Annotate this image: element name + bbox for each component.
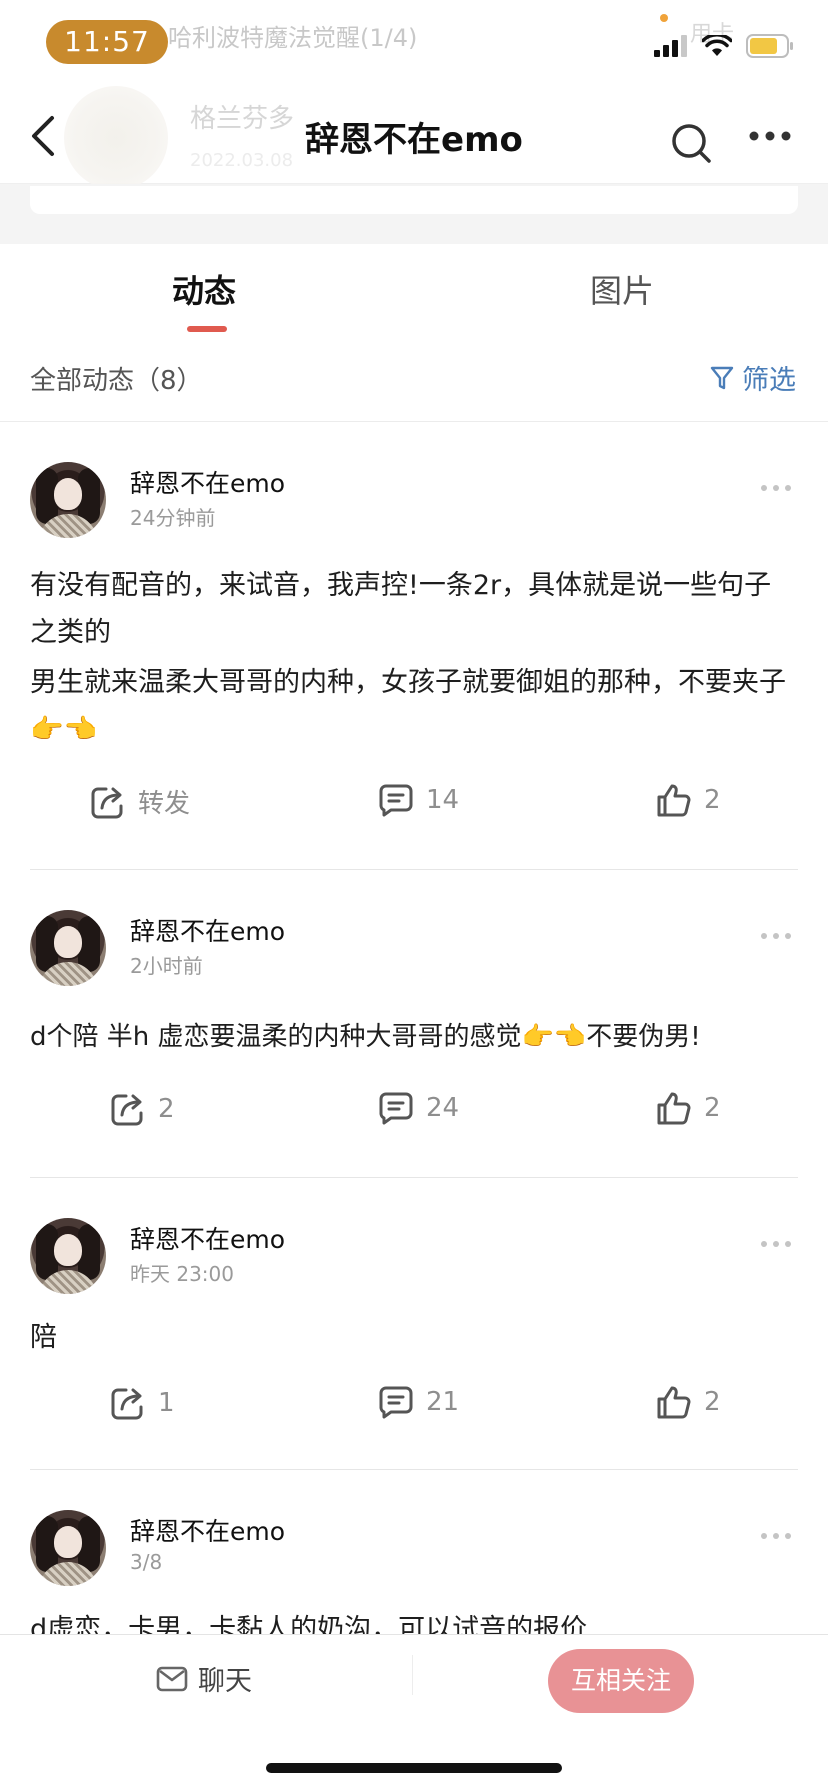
- comment-button[interactable]: 24: [378, 1091, 459, 1125]
- like-count: 2: [704, 785, 721, 815]
- comment-count: 21: [426, 1387, 460, 1417]
- post-username[interactable]: 辞恩不在emo: [130, 1512, 285, 1548]
- behind-notification-text: 哈利波特魔法觉醒(1/4): [168, 24, 418, 52]
- repost-count: 2: [158, 1094, 175, 1124]
- mail-icon: [156, 1666, 188, 1691]
- post-item[interactable]: 辞恩不在emo 昨天 23:00 陪 1 21 2: [30, 1178, 798, 1470]
- post-time: 2小时前: [130, 954, 203, 978]
- tab-active-indicator: [187, 326, 227, 332]
- post-text: 陪: [30, 1322, 57, 1353]
- comment-count: 14: [426, 785, 460, 815]
- tab-posts[interactable]: 动态: [172, 266, 236, 312]
- post-username[interactable]: 辞恩不在emo: [130, 464, 285, 500]
- signal-icon: [654, 35, 687, 57]
- bottom-action-bar: 聊天 互相关注: [0, 1634, 828, 1792]
- post-actions: 1 21 2: [30, 1361, 798, 1469]
- posts-count: 全部动态（8）: [30, 366, 203, 396]
- comment-button[interactable]: 14: [378, 783, 459, 817]
- like-button[interactable]: 2: [656, 783, 721, 817]
- mutual-follow-button[interactable]: 互相关注: [548, 1649, 694, 1713]
- status-icons: [654, 34, 794, 58]
- post-more-icon[interactable]: [760, 1532, 792, 1540]
- like-button[interactable]: 2: [656, 1385, 721, 1419]
- more-icon[interactable]: [748, 130, 792, 142]
- repost-icon: [111, 1094, 143, 1126]
- repost-button[interactable]: 2: [110, 1091, 175, 1127]
- post-item[interactable]: 辞恩不在emo 24分钟前 有没有配音的，来试音，我声控!一条2r，具体就是说一…: [30, 422, 798, 870]
- avatar[interactable]: [30, 1218, 106, 1294]
- repost-icon: [91, 787, 123, 818]
- repost-button[interactable]: 转发: [90, 783, 190, 820]
- tab-images[interactable]: 图片: [590, 266, 654, 312]
- comment-icon: [379, 1092, 413, 1125]
- repost-icon: [111, 1388, 143, 1420]
- post-item[interactable]: 辞恩不在emo 3/8 d虚恋，卡男，卡黏人的奶沟，可以试音的报价: [30, 1470, 798, 1653]
- thumbs-up-icon: [657, 784, 691, 817]
- avatar[interactable]: [30, 910, 106, 986]
- battery-icon: [746, 34, 793, 58]
- chat-label: 聊天: [198, 1666, 252, 1697]
- like-count: 2: [704, 1387, 721, 1417]
- search-icon[interactable]: [670, 122, 712, 164]
- status-time: 11:57: [46, 20, 168, 64]
- post-time: 昨天 23:00: [130, 1262, 234, 1286]
- post-text: 有没有配音的，来试音，我声控!一条2r，具体就是说一些句子之类的 男生就来温柔大…: [30, 570, 786, 745]
- thumbs-up-icon: [657, 1092, 691, 1125]
- post-item[interactable]: 辞恩不在emo 2小时前 d个陪 半h 虚恋要温柔的内种大哥哥的感觉👉👈不要伪男…: [30, 870, 798, 1178]
- thumbs-up-icon: [657, 1386, 691, 1419]
- avatar[interactable]: [30, 462, 106, 538]
- post-text: d个陪 半h 虚恋要温柔的内种大哥哥的感觉👉👈不要伪男!: [30, 1022, 701, 1052]
- filter-row: 全部动态（8） 筛选: [0, 350, 828, 422]
- chat-button[interactable]: 聊天: [156, 1659, 252, 1698]
- post-more-icon[interactable]: [760, 1240, 792, 1248]
- comment-button[interactable]: 21: [378, 1385, 459, 1419]
- home-indicator[interactable]: [266, 1763, 562, 1773]
- privacy-indicator-dot: [660, 14, 668, 22]
- post-actions: 转发 14 2: [30, 753, 798, 869]
- status-bar: 哈利波特魔法觉醒(1/4) 用卡 11:57: [0, 0, 828, 80]
- comment-count: 24: [426, 1093, 460, 1123]
- post-username[interactable]: 辞恩不在emo: [130, 1220, 285, 1256]
- post-more-icon[interactable]: [760, 932, 792, 940]
- like-count: 2: [704, 1093, 721, 1123]
- filter-icon: [710, 366, 734, 389]
- like-button[interactable]: 2: [656, 1091, 721, 1125]
- post-actions: 2 24 2: [30, 1061, 798, 1177]
- post-more-icon[interactable]: [760, 484, 792, 492]
- comment-icon: [379, 1386, 413, 1419]
- post-feed: 辞恩不在emo 24分钟前 有没有配音的，来试音，我声控!一条2r，具体就是说一…: [0, 422, 828, 1653]
- filter-label: 筛选: [742, 365, 796, 396]
- wifi-icon: [702, 35, 732, 56]
- post-time: 24分钟前: [130, 506, 216, 530]
- post-username[interactable]: 辞恩不在emo: [130, 912, 285, 948]
- filter-button[interactable]: 筛选: [710, 358, 796, 397]
- repost-count: 1: [158, 1388, 175, 1418]
- tab-bar: 动态 图片: [0, 244, 828, 340]
- bottom-divider: [412, 1655, 413, 1695]
- post-time: 3/8: [130, 1550, 163, 1574]
- repost-button[interactable]: 1: [110, 1385, 175, 1421]
- repost-label: 转发: [138, 789, 191, 819]
- behind-card-edge: [30, 186, 798, 214]
- avatar[interactable]: [30, 1510, 106, 1586]
- comment-icon: [379, 784, 413, 817]
